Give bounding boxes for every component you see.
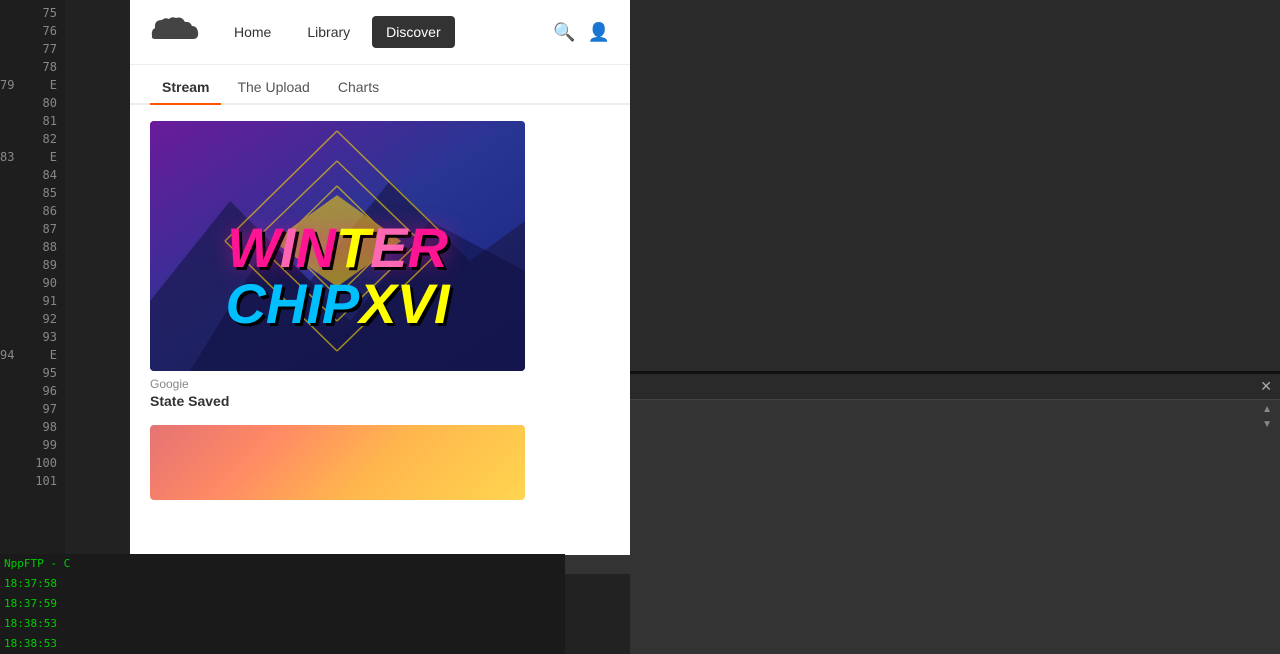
right-bottom-area: ✕ ▲ ▼ bbox=[565, 374, 1280, 654]
terminal-content: ▲ ▼ bbox=[565, 400, 1280, 434]
scroll-up-arrow[interactable]: ▲ bbox=[1262, 404, 1272, 415]
terminal-line-3: 18:37:59 bbox=[0, 594, 565, 614]
track-title-state-saved: State Saved bbox=[150, 393, 610, 409]
sc-nav: Home Library Discover bbox=[220, 16, 553, 48]
terminal-line-5: 18:38:53 bbox=[0, 634, 565, 654]
search-icon[interactable]: 🔍 bbox=[553, 22, 575, 43]
user-icon[interactable]: 👤 bbox=[588, 22, 610, 43]
soundcloud-panel: Home Library Discover 🔍 👤 Stream The Upl… bbox=[130, 0, 630, 555]
nav-discover[interactable]: Discover bbox=[372, 16, 454, 48]
right-panel: ✕ ▲ ▼ bbox=[565, 0, 1280, 654]
terminal-line-1: NppFTP - C bbox=[0, 554, 565, 574]
npp-terminal: NppFTP - C 18:37:58 18:37:59 18:38:53 18… bbox=[0, 554, 565, 654]
track-card-winter: WINTER CHIPXVI Googie State Saved bbox=[150, 121, 610, 409]
terminal-line-4: 18:38:53 bbox=[0, 614, 565, 634]
nav-library[interactable]: Library bbox=[293, 16, 364, 48]
subnav-charts[interactable]: Charts bbox=[326, 71, 391, 105]
scroll-down-arrow[interactable]: ▼ bbox=[1262, 419, 1272, 430]
track-artwork-gradient[interactable] bbox=[150, 425, 525, 500]
track-label-googie: Googie bbox=[150, 377, 610, 391]
close-button[interactable]: ✕ bbox=[1260, 378, 1272, 395]
sc-content[interactable]: WINTER CHIPXVI Googie State Saved bbox=[130, 105, 630, 555]
track-card-gradient bbox=[150, 425, 610, 500]
sc-header: Home Library Discover 🔍 👤 bbox=[130, 0, 630, 65]
nav-home[interactable]: Home bbox=[220, 16, 285, 48]
subnav-upload[interactable]: The Upload bbox=[225, 71, 321, 105]
sc-subnav: Stream The Upload Charts bbox=[130, 65, 630, 105]
sc-nav-icons: 🔍 👤 bbox=[553, 22, 610, 43]
track-artwork-winter[interactable]: WINTER CHIPXVI bbox=[150, 121, 525, 371]
right-top-area bbox=[565, 0, 1280, 371]
subnav-stream[interactable]: Stream bbox=[150, 71, 221, 105]
terminal-line-2: 18:37:58 bbox=[0, 574, 565, 594]
soundcloud-logo[interactable] bbox=[150, 16, 200, 49]
